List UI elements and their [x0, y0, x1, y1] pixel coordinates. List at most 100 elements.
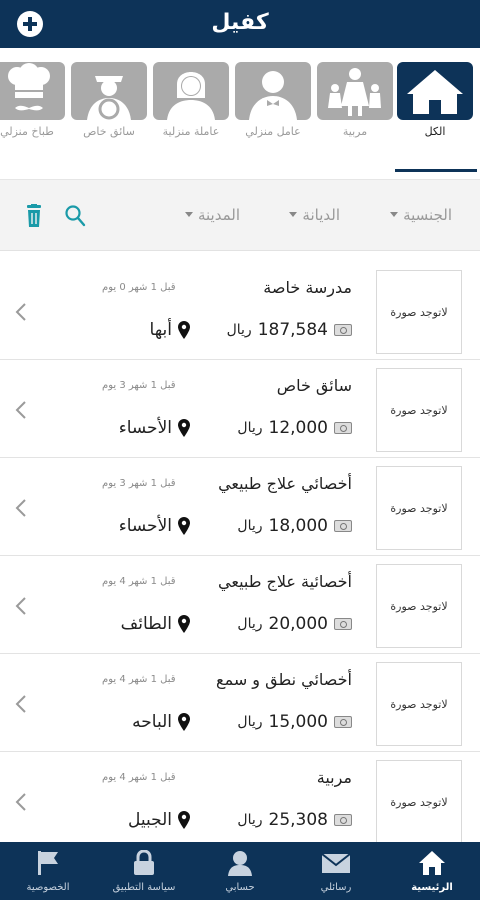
active-category-indicator	[395, 169, 477, 172]
city: الطائف	[102, 614, 190, 634]
job-title: أخصائي نطق و سمع	[216, 670, 352, 689]
nav-label: الرئيسية	[411, 882, 453, 893]
posted-time: قبل 1 شهر 4 يوم	[102, 674, 176, 685]
category-label: سائق خاص	[83, 125, 135, 138]
religion-filter-label: الديانة	[302, 206, 340, 224]
home-icon	[419, 851, 445, 875]
category-butler[interactable]: عامل منزلي	[235, 62, 311, 138]
nav-privacy[interactable]: الخصوصية	[0, 842, 96, 900]
posted-time: قبل 1 شهر 3 يوم	[102, 380, 176, 391]
listing-card[interactable]: لاتوجد صورة مربية قبل 1 شهر 4 يوم 25,308…	[0, 752, 480, 842]
category-all[interactable]: الكل	[397, 62, 473, 138]
app-title: كفيل	[211, 10, 269, 35]
religion-filter[interactable]: الديانة	[289, 206, 340, 224]
category-label: الكل	[424, 125, 446, 138]
driver-icon	[71, 62, 147, 120]
category-bar: الكل مربية عامل منزلي عاملة منزلية سائق …	[0, 48, 480, 178]
salary: 18,000 ريال	[237, 516, 352, 536]
chef-icon	[0, 62, 65, 120]
salary-amount: 15,000	[268, 712, 328, 732]
salary-amount: 12,000	[268, 418, 328, 438]
no-photo-placeholder: لاتوجد صورة	[376, 466, 462, 550]
city: الجبيل	[102, 810, 190, 830]
no-photo-placeholder: لاتوجد صورة	[376, 564, 462, 648]
posted-time: قبل 1 شهر 4 يوم	[102, 772, 176, 783]
trash-icon[interactable]	[24, 204, 46, 228]
posted-time: قبل 1 شهر 3 يوم	[102, 478, 176, 489]
money-icon	[334, 618, 352, 630]
category-maid[interactable]: عاملة منزلية	[153, 62, 229, 138]
location-pin-icon	[178, 713, 190, 731]
listing-list: لاتوجد صورة مدرسة خاصة قبل 1 شهر 0 يوم 1…	[0, 262, 480, 842]
nav-label: رسائلي	[320, 882, 352, 893]
no-photo-placeholder: لاتوجد صورة	[376, 368, 462, 452]
currency-label: ريال	[237, 812, 263, 828]
salary: 15,000 ريال	[237, 712, 352, 732]
listing-card[interactable]: لاتوجد صورة أخصائي نطق و سمع قبل 1 شهر 4…	[0, 654, 480, 752]
chevron-left-icon[interactable]	[14, 694, 28, 714]
currency-label: ريال	[237, 714, 263, 730]
nav-app-policy[interactable]: سياسة التطبيق	[96, 842, 192, 900]
city: الأحساء	[102, 516, 190, 536]
mail-icon	[321, 853, 351, 873]
currency-label: ريال	[237, 518, 263, 534]
location-pin-icon	[178, 419, 190, 437]
butler-icon	[235, 62, 311, 120]
job-title: أخصائي علاج طبيعي	[218, 474, 352, 493]
category-driver[interactable]: سائق خاص	[71, 62, 147, 138]
nav-home[interactable]: الرئيسية	[384, 842, 480, 900]
nanny-icon	[317, 62, 393, 120]
nav-label: سياسة التطبيق	[112, 882, 176, 893]
chevron-left-icon[interactable]	[14, 498, 28, 518]
salary-amount: 187,584	[257, 320, 328, 340]
chevron-left-icon[interactable]	[14, 596, 28, 616]
add-icon[interactable]	[17, 11, 43, 37]
user-icon	[228, 851, 252, 876]
nav-account[interactable]: حسابي	[192, 842, 288, 900]
job-title: مربية	[316, 768, 352, 787]
money-icon	[334, 324, 352, 336]
salary: 12,000 ريال	[237, 418, 352, 438]
listing-card[interactable]: لاتوجد صورة أخصائي علاج طبيعي قبل 1 شهر …	[0, 458, 480, 556]
category-chef[interactable]: طباخ منزلي	[0, 62, 65, 138]
location-pin-icon	[178, 811, 190, 829]
money-icon	[334, 520, 352, 532]
salary: 20,000 ريال	[237, 614, 352, 634]
currency-label: ريال	[237, 616, 263, 632]
city-name: الأحساء	[118, 418, 172, 438]
category-label: عامل منزلي	[245, 125, 301, 138]
category-nanny[interactable]: مربية	[317, 62, 393, 138]
flag-icon	[38, 851, 58, 875]
listing-card[interactable]: لاتوجد صورة مدرسة خاصة قبل 1 شهر 0 يوم 1…	[0, 262, 480, 360]
listing-card[interactable]: لاتوجد صورة أخصائية علاج طبيعي قبل 1 شهر…	[0, 556, 480, 654]
no-photo-placeholder: لاتوجد صورة	[376, 760, 462, 842]
no-photo-placeholder: لاتوجد صورة	[376, 270, 462, 354]
posted-time: قبل 1 شهر 0 يوم	[102, 282, 176, 293]
app-header: كفيل	[0, 0, 480, 48]
currency-label: ريال	[237, 420, 263, 436]
listing-card[interactable]: لاتوجد صورة سائق خاص قبل 1 شهر 3 يوم 12,…	[0, 360, 480, 458]
category-label: عاملة منزلية	[162, 125, 220, 138]
nationality-filter[interactable]: الجنسية	[390, 206, 452, 224]
lock-icon	[134, 849, 154, 875]
no-photo-placeholder: لاتوجد صورة	[376, 662, 462, 746]
job-title: مدرسة خاصة	[263, 278, 352, 297]
salary-amount: 18,000	[268, 516, 328, 536]
caret-down-icon	[184, 212, 193, 217]
chevron-left-icon[interactable]	[14, 400, 28, 420]
city-name: الأحساء	[118, 516, 172, 536]
nationality-filter-label: الجنسية	[403, 206, 452, 224]
chevron-left-icon[interactable]	[14, 302, 28, 322]
category-label: طباخ منزلي	[0, 125, 54, 138]
money-icon	[334, 814, 352, 826]
chevron-left-icon[interactable]	[14, 792, 28, 812]
job-title: أخصائية علاج طبيعي	[218, 572, 352, 591]
salary: 25,308 ريال	[237, 810, 352, 830]
search-icon[interactable]	[64, 204, 86, 228]
city-filter[interactable]: المدينة	[184, 206, 240, 224]
city: الأحساء	[102, 418, 190, 438]
currency-label: ريال	[226, 322, 252, 338]
city: الباحه	[102, 712, 190, 732]
nav-messages[interactable]: رسائلي	[288, 842, 384, 900]
salary: 187,584 ريال	[227, 320, 352, 340]
